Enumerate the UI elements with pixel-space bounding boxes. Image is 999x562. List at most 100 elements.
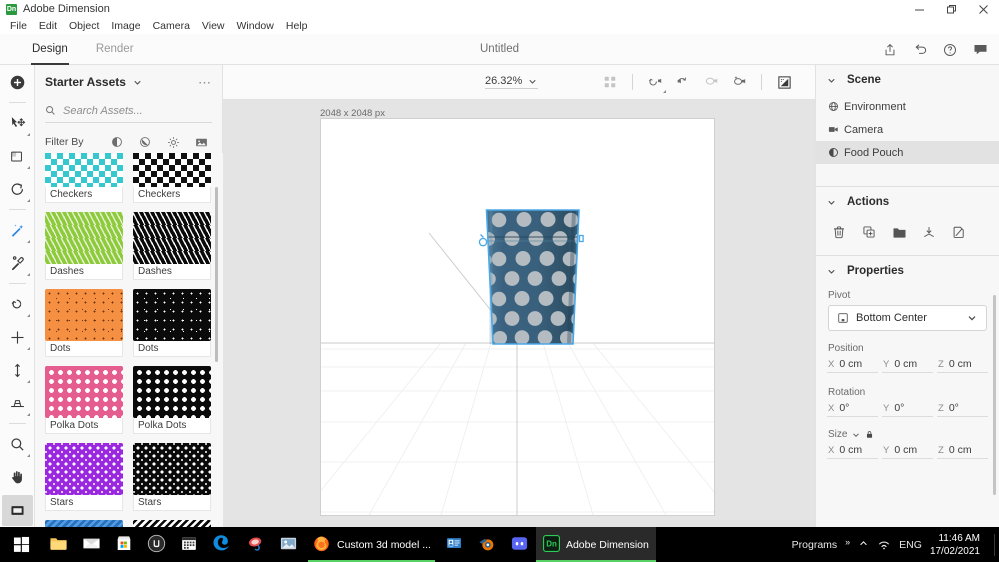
asset-thumbnail-polka-black[interactable] xyxy=(133,366,211,418)
taskbar-item-paint-3d[interactable] xyxy=(239,527,272,562)
asset-tile[interactable]: Dots xyxy=(45,289,123,357)
models-icon[interactable] xyxy=(106,132,128,152)
taskbar-item-calendar[interactable] xyxy=(173,527,205,562)
menu-item-window[interactable]: Window xyxy=(231,19,280,33)
tray-overflow-indicator[interactable]: » xyxy=(845,532,850,547)
taskbar-item-mail[interactable] xyxy=(75,527,108,562)
rotation-z-field[interactable]: Z 0° xyxy=(937,400,988,417)
hand-icon[interactable] xyxy=(2,462,33,493)
taskbar-item-blender[interactable] xyxy=(470,527,503,562)
position-z-field[interactable]: Z 0 cm xyxy=(937,356,988,373)
zoom-icon[interactable] xyxy=(2,429,33,460)
taskbar-item-unreal-engine[interactable] xyxy=(140,527,173,562)
fit-to-view-icon[interactable] xyxy=(597,69,623,95)
close-button[interactable] xyxy=(967,0,999,18)
menu-item-image[interactable]: Image xyxy=(105,19,146,33)
assets-grid-scroll[interactable]: Checkers Checkers Dashes Dashes Dots Dots Polk… xyxy=(35,153,223,527)
size-z-field[interactable]: Z 0 cm xyxy=(937,442,988,459)
asset-tile[interactable]: Polka Dots xyxy=(45,366,123,434)
magic-wand-icon[interactable] xyxy=(2,141,33,172)
windows-start-icon[interactable] xyxy=(0,527,42,562)
asset-thumbnail-dashes-green[interactable] xyxy=(45,212,123,264)
orbit-icon[interactable] xyxy=(2,289,33,320)
asset-tile[interactable]: Dashes xyxy=(45,212,123,280)
sampler-icon[interactable] xyxy=(2,215,33,246)
position-y-field[interactable]: Y 0 cm xyxy=(882,356,933,373)
delete-icon[interactable] xyxy=(830,221,848,243)
asset-tile[interactable]: Stripes xyxy=(133,520,211,527)
share-icon[interactable] xyxy=(877,37,903,63)
pan-camera-icon[interactable] xyxy=(670,69,696,95)
taskbar-item-microsoft-store[interactable] xyxy=(108,527,140,562)
slide-icon[interactable] xyxy=(2,355,33,386)
chevron-down-icon[interactable] xyxy=(132,77,143,88)
zoom-control[interactable]: 26.32% xyxy=(485,75,539,89)
scene-section-header[interactable]: Scene xyxy=(816,65,999,95)
group-folder-icon[interactable] xyxy=(890,221,908,243)
add-icon[interactable] xyxy=(2,67,33,98)
minimize-button[interactable] xyxy=(903,0,935,18)
asset-tile[interactable]: Stars xyxy=(45,443,123,511)
chevron-down-icon[interactable] xyxy=(966,312,978,324)
taskbar-item-firefox[interactable]: Custom 3d model ... xyxy=(305,527,438,562)
rotate-icon[interactable] xyxy=(2,174,33,205)
asset-thumbnail-stars-black[interactable] xyxy=(133,443,211,495)
asset-tile[interactable]: Polka Dots xyxy=(133,366,211,434)
asset-tile[interactable]: Stripes xyxy=(45,520,123,527)
show-desktop-button[interactable] xyxy=(994,533,995,556)
menu-item-object[interactable]: Object xyxy=(63,19,105,33)
chevron-down-icon[interactable] xyxy=(826,197,837,208)
menu-item-edit[interactable]: Edit xyxy=(33,19,63,33)
asset-tile[interactable]: Checkers xyxy=(133,153,211,203)
size-x-field[interactable]: X 0 cm xyxy=(827,442,878,459)
rotation-x-field[interactable]: X 0° xyxy=(827,400,878,417)
select-move-icon[interactable] xyxy=(2,108,33,139)
asset-thumbnail-stripes-blue[interactable] xyxy=(45,520,123,527)
dolly-camera-icon[interactable] xyxy=(698,69,724,95)
chevron-up-icon[interactable] xyxy=(858,538,869,552)
viewport-3d[interactable] xyxy=(320,118,715,516)
images-icon[interactable] xyxy=(190,132,212,152)
menu-item-file[interactable]: File xyxy=(4,19,33,33)
search-input[interactable] xyxy=(63,104,203,117)
asset-thumbnail-stars-purple[interactable] xyxy=(45,443,123,495)
properties-scrollbar-thumb[interactable] xyxy=(993,295,996,495)
render-preview-icon[interactable] xyxy=(1,495,33,526)
scene-item-camera[interactable]: Camera xyxy=(816,118,999,141)
render-quality-icon[interactable] xyxy=(771,69,797,95)
taskbar-item-discord[interactable] xyxy=(503,527,536,562)
help-icon[interactable] xyxy=(937,37,963,63)
pan-move-icon[interactable] xyxy=(2,322,33,353)
wifi-icon[interactable] xyxy=(877,539,891,551)
asset-tile[interactable]: Checkers xyxy=(45,153,123,203)
chevron-down-icon[interactable] xyxy=(826,266,837,277)
orbit-camera-icon[interactable] xyxy=(642,69,668,95)
unparent-icon[interactable] xyxy=(950,221,968,243)
asset-thumbnail-stripes-black[interactable] xyxy=(133,520,211,527)
chevron-down-icon[interactable] xyxy=(826,75,837,86)
taskbar-item-photos[interactable] xyxy=(272,527,305,562)
asset-thumbnail-checkers-black[interactable] xyxy=(133,153,211,187)
materials-icon[interactable] xyxy=(134,132,156,152)
scene-item-food-pouch[interactable]: Food Pouch xyxy=(816,141,999,164)
more-options-icon[interactable]: ⋯ xyxy=(198,76,212,89)
taskbar-item-adobe-dimension[interactable]: Dn Adobe Dimension xyxy=(535,527,656,562)
rotation-y-field[interactable]: Y 0° xyxy=(882,400,933,417)
restore-button[interactable] xyxy=(935,0,967,18)
save-starter-icon[interactable] xyxy=(920,221,938,243)
asset-thumbnail-dots-black[interactable] xyxy=(133,289,211,341)
lights-icon[interactable] xyxy=(162,132,184,152)
taskbar-item-edge[interactable] xyxy=(205,527,239,562)
undo-icon[interactable] xyxy=(907,37,933,63)
asset-thumbnail-dashes-black[interactable] xyxy=(133,212,211,264)
asset-tile[interactable]: Dashes xyxy=(133,212,211,280)
language-indicator[interactable]: ENG xyxy=(899,539,922,551)
horizon-icon[interactable] xyxy=(2,388,33,419)
duplicate-icon[interactable] xyxy=(860,221,878,243)
menu-item-help[interactable]: Help xyxy=(280,19,314,33)
asset-thumbnail-dots-orange[interactable] xyxy=(45,289,123,341)
chevron-down-icon[interactable] xyxy=(851,430,861,440)
eyedropper-icon[interactable] xyxy=(2,248,33,279)
asset-thumbnail-checkers-teal[interactable] xyxy=(45,153,123,187)
comment-icon[interactable] xyxy=(967,37,993,63)
